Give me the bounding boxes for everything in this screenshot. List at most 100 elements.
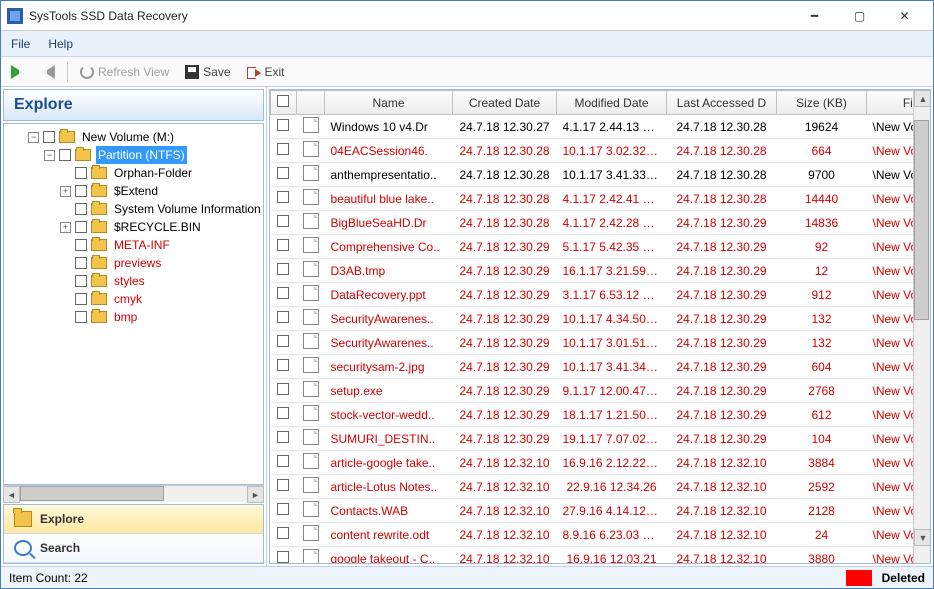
scroll-thumb[interactable]	[20, 486, 164, 501]
nav-explore[interactable]: Explore	[4, 505, 263, 534]
row-checkbox[interactable]	[277, 527, 289, 539]
scroll-down-icon[interactable]: ▼	[914, 529, 931, 546]
header-accessed[interactable]: Last Accessed D	[667, 91, 777, 115]
table-row[interactable]: stock-vector-wedd..24.7.18 12.30.2918.1.…	[271, 403, 914, 427]
table-row[interactable]: BigBlueSeaHD.Dr24.7.18 12.30.284.1.17 2.…	[271, 211, 914, 235]
twisty-icon[interactable]	[60, 294, 71, 305]
twisty-icon[interactable]	[60, 168, 71, 179]
checkbox[interactable]	[59, 149, 71, 161]
minimize-button[interactable]: ━	[792, 1, 837, 31]
row-checkbox[interactable]	[277, 191, 289, 203]
tree-hscrollbar[interactable]: ◄ ►	[3, 485, 264, 502]
table-row[interactable]: setup.exe24.7.18 12.30.299.1.17 12.00.47…	[271, 379, 914, 403]
refresh-button[interactable]: Refresh View	[76, 63, 173, 81]
header-name[interactable]: Name	[325, 91, 453, 115]
row-checkbox[interactable]	[277, 431, 289, 443]
checkbox[interactable]	[75, 275, 87, 287]
checkbox[interactable]	[75, 185, 87, 197]
file-icon	[303, 453, 319, 469]
save-button[interactable]: Save	[181, 63, 234, 81]
checkbox[interactable]	[75, 239, 87, 251]
twisty-icon[interactable]	[60, 258, 71, 269]
tree-root[interactable]: − New Volume (M:)	[28, 128, 263, 146]
table-row[interactable]: Contacts.WAB24.7.18 12.32.1027.9.16 4.14…	[271, 499, 914, 523]
twisty-icon[interactable]: +	[60, 186, 71, 197]
table-row[interactable]: DataRecovery.ppt24.7.18 12.30.293.1.17 6…	[271, 283, 914, 307]
table-row[interactable]: SecurityAwarenes..24.7.18 12.30.2910.1.1…	[271, 307, 914, 331]
row-checkbox[interactable]	[277, 167, 289, 179]
checkbox[interactable]	[75, 293, 87, 305]
header-path[interactable]: File Path	[867, 91, 914, 115]
table-row[interactable]: Windows 10 v4.Dr24.7.18 12.30.274.1.17 2…	[271, 115, 914, 139]
checkbox[interactable]	[75, 311, 87, 323]
row-checkbox[interactable]	[277, 383, 289, 395]
tree-item[interactable]: previews	[60, 254, 263, 272]
tree-item[interactable]: cmyk	[60, 290, 263, 308]
tree-partition[interactable]: − Partition (NTFS)	[44, 146, 263, 164]
table-row[interactable]: google takeout - C..24.7.18 12.32.1016.9…	[271, 547, 914, 564]
row-checkbox[interactable]	[277, 311, 289, 323]
file-grid[interactable]: Name Created Date Modified Date Last Acc…	[270, 90, 913, 563]
row-checkbox[interactable]	[277, 287, 289, 299]
scroll-left-icon[interactable]: ◄	[3, 486, 20, 503]
row-checkbox[interactable]	[277, 263, 289, 275]
twisty-icon[interactable]	[60, 312, 71, 323]
checkbox[interactable]	[75, 221, 87, 233]
row-checkbox[interactable]	[277, 479, 289, 491]
table-row[interactable]: content rewrite.odt24.7.18 12.32.108.9.1…	[271, 523, 914, 547]
table-row[interactable]: Comprehensive Co..24.7.18 12.30.295.1.17…	[271, 235, 914, 259]
row-checkbox[interactable]	[277, 359, 289, 371]
row-checkbox[interactable]	[277, 239, 289, 251]
table-row[interactable]: SecurityAwarenes..24.7.18 12.30.2910.1.1…	[271, 331, 914, 355]
scroll-up-icon[interactable]: ▲	[914, 90, 931, 107]
tree-item[interactable]: System Volume Information	[60, 200, 263, 218]
row-checkbox[interactable]	[277, 335, 289, 347]
tree-item[interactable]: +$Extend	[60, 182, 263, 200]
tree-item[interactable]: +$RECYCLE.BIN	[60, 218, 263, 236]
grid-vscrollbar[interactable]: ▲ ▼	[913, 90, 930, 563]
row-checkbox[interactable]	[277, 551, 289, 563]
tree-item[interactable]: bmp	[60, 308, 263, 326]
row-checkbox[interactable]	[277, 407, 289, 419]
table-row[interactable]: anthempresentatio..24.7.18 12.30.2810.1.…	[271, 163, 914, 187]
maximize-button[interactable]: ▢	[837, 1, 882, 31]
tree-item[interactable]: styles	[60, 272, 263, 290]
table-row[interactable]: beautiful blue lake..24.7.18 12.30.284.1…	[271, 187, 914, 211]
tree-item[interactable]: META-INF	[60, 236, 263, 254]
menu-help[interactable]: Help	[48, 37, 73, 51]
twisty-icon[interactable]: −	[28, 132, 39, 143]
close-button[interactable]: ✕	[882, 1, 927, 31]
row-checkbox[interactable]	[277, 143, 289, 155]
table-row[interactable]: article-Lotus Notes..24.7.18 12.32.1022.…	[271, 475, 914, 499]
checkbox[interactable]	[75, 167, 87, 179]
checkbox[interactable]	[75, 203, 87, 215]
nav-forward-button[interactable]	[37, 63, 59, 81]
table-row[interactable]: SUMURI_DESTIN..24.7.18 12.30.2919.1.17 7…	[271, 427, 914, 451]
table-row[interactable]: article-google take..24.7.18 12.32.1016.…	[271, 451, 914, 475]
table-row[interactable]: D3AB.tmp24.7.18 12.30.2916.1.17 3.21.59 …	[271, 259, 914, 283]
twisty-icon[interactable]	[60, 204, 71, 215]
row-checkbox[interactable]	[277, 503, 289, 515]
table-row[interactable]: securitysam-2.jpg24.7.18 12.30.2910.1.17…	[271, 355, 914, 379]
header-size[interactable]: Size (KB)	[777, 91, 867, 115]
table-row[interactable]: 04EACSession46.24.7.18 12.30.2810.1.17 3…	[271, 139, 914, 163]
header-created[interactable]: Created Date	[453, 91, 557, 115]
scroll-right-icon[interactable]: ►	[247, 486, 264, 503]
checkbox[interactable]	[75, 257, 87, 269]
row-checkbox[interactable]	[277, 455, 289, 467]
tree-item[interactable]: Orphan-Folder	[60, 164, 263, 182]
twisty-icon[interactable]: +	[60, 222, 71, 233]
twisty-icon[interactable]	[60, 276, 71, 287]
exit-button[interactable]: Exit	[243, 63, 289, 81]
checkbox[interactable]	[43, 131, 55, 143]
nav-search[interactable]: Search	[4, 534, 263, 563]
header-modified[interactable]: Modified Date	[557, 91, 667, 115]
header-checkbox[interactable]	[271, 91, 297, 115]
scroll-thumb[interactable]	[914, 120, 929, 320]
nav-back-button[interactable]	[7, 63, 29, 81]
twisty-icon[interactable]	[60, 240, 71, 251]
row-checkbox[interactable]	[277, 215, 289, 227]
twisty-icon[interactable]: −	[44, 150, 55, 161]
menu-file[interactable]: File	[11, 37, 30, 51]
row-checkbox[interactable]	[277, 119, 289, 131]
